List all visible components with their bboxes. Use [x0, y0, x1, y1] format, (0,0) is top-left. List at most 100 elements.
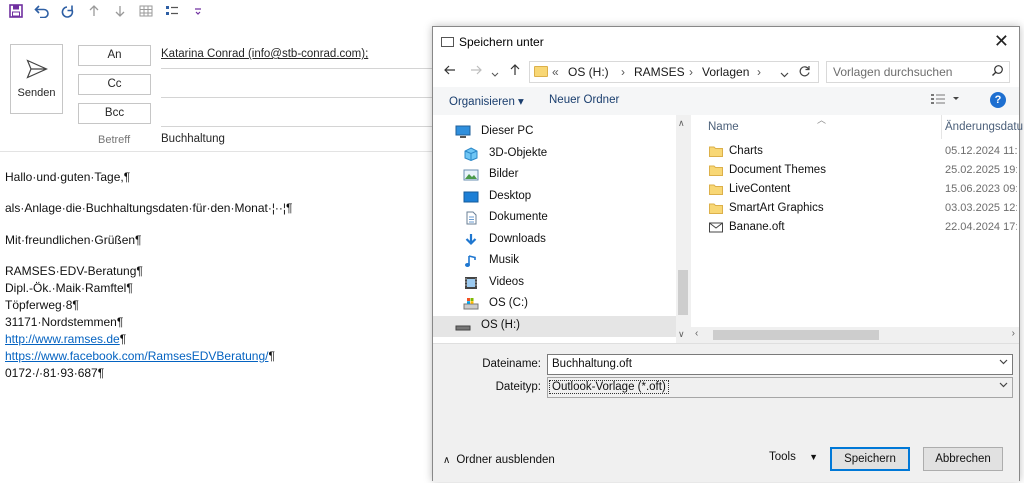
tree-item-os-h[interactable]: OS (H:) — [433, 316, 676, 337]
scroll-thumb[interactable] — [678, 270, 688, 315]
filetype-value: Outlook-Vorlage (*.oft) — [549, 380, 669, 394]
file-row-smartart-graphics[interactable]: SmartArt Graphics 03.03.2025 12:37 — [707, 200, 1017, 219]
column-header-name[interactable]: Name — [708, 121, 739, 133]
navigation-tree: Dieser PC 3D-Objekte Bilder Desktop Doku… — [433, 115, 690, 343]
body-line-company[interactable]: RAMSES·EDV-Beratung¶ — [5, 264, 143, 278]
tree-item-dieser-pc[interactable]: Dieser PC — [453, 122, 675, 143]
bcc-button[interactable]: Bcc — [78, 103, 151, 124]
bcc-field-line — [161, 126, 432, 127]
folder-icon — [709, 146, 723, 157]
view-options-icon[interactable] — [931, 93, 961, 108]
cc-button[interactable]: Cc — [78, 74, 151, 95]
save-icon[interactable] — [3, 1, 29, 21]
column-header-date[interactable]: Änderungsdatu — [945, 121, 1023, 133]
new-folder-button[interactable]: Neuer Ordner — [549, 94, 619, 106]
cancel-button[interactable]: Abbrechen — [923, 447, 1003, 471]
tree-item-label: 3D-Objekte — [489, 147, 548, 159]
file-date: 25.02.2025 19:16 — [945, 164, 1017, 176]
list-icon[interactable] — [159, 1, 185, 21]
send-icon — [25, 59, 48, 79]
scroll-down-icon[interactable]: ∨ — [678, 329, 685, 340]
breadcrumb-separator[interactable]: › — [757, 65, 761, 79]
tree-item-videos[interactable]: Videos — [461, 273, 683, 294]
forward-arrow-icon[interactable] — [469, 63, 483, 80]
tree-item-os-c[interactable]: OS (C:) — [461, 294, 683, 315]
organize-button[interactable]: Organisieren ▾ — [449, 94, 524, 108]
tree-item-desktop[interactable]: Desktop — [461, 187, 683, 208]
help-icon[interactable]: ? — [990, 92, 1006, 108]
file-row-charts[interactable]: Charts 05.12.2024 11:54 — [707, 143, 1017, 162]
body-line-city[interactable]: 31171·Nordstemmen¶ — [5, 315, 123, 329]
folder-icon — [709, 165, 723, 176]
down-arrow-icon[interactable] — [107, 1, 133, 21]
file-row-document-themes[interactable]: Document Themes 25.02.2025 19:16 — [707, 162, 1017, 181]
documents-icon — [463, 211, 479, 225]
up-arrow-icon[interactable] — [81, 1, 107, 21]
body-line-greeting[interactable]: Hallo·und·guten·Tage,¶ — [5, 170, 130, 184]
tree-item-downloads[interactable]: Downloads — [461, 230, 683, 251]
tree-scrollbar[interactable]: ∧ ∨ — [676, 115, 690, 343]
body-line-phone[interactable]: 0172·/·81·93·687¶ — [5, 366, 104, 380]
file-row-livecontent[interactable]: LiveContent 15.06.2023 09:45 — [707, 181, 1017, 200]
close-icon[interactable]: ✕ — [994, 31, 1009, 52]
sort-arrow-icon: ︿ — [817, 115, 827, 125]
breadcrumb-ramses[interactable]: RAMSES — [634, 65, 685, 79]
customize-icon[interactable] — [185, 1, 211, 21]
undo-icon[interactable] — [29, 1, 55, 21]
tree-item-dokumente[interactable]: Dokumente — [461, 208, 683, 229]
body-line-closing[interactable]: Mit·freundlichen·Grüßen¶ — [5, 233, 142, 247]
tree-item-label: Dokumente — [489, 211, 548, 223]
filetype-select[interactable]: Outlook-Vorlage (*.oft) — [547, 377, 1013, 398]
breadcrumb-vorlagen[interactable]: Vorlagen — [702, 65, 749, 79]
cc-field-line — [161, 97, 432, 98]
refresh-icon[interactable] — [798, 65, 811, 81]
table-icon[interactable] — [133, 1, 159, 21]
body-line-attachment[interactable]: als·Anlage·die·Buchhaltungsdaten·für·den… — [5, 201, 293, 215]
scroll-up-icon[interactable]: ∧ — [678, 118, 685, 129]
chevron-down-icon[interactable] — [999, 358, 1008, 369]
drive-c-icon — [463, 297, 479, 311]
address-dropdown-icon[interactable] — [780, 68, 789, 82]
website-link[interactable]: http://www.ramses.de — [5, 332, 120, 346]
facebook-link[interactable]: https://www.facebook.com/RamsesEDVBeratu… — [5, 349, 268, 363]
downloads-icon — [463, 233, 479, 247]
save-button[interactable]: Speichern — [830, 447, 910, 471]
search-input[interactable]: Vorlagen durchsuchen — [826, 61, 1010, 83]
breadcrumb-os-h[interactable]: OS (H:) — [568, 65, 609, 79]
column-separator[interactable] — [941, 115, 942, 139]
chevron-down-icon[interactable] — [999, 381, 1008, 392]
subject-field[interactable]: Buchhaltung — [161, 133, 225, 145]
body-line-street[interactable]: Töpferweg·8¶ — [5, 298, 79, 312]
tree-item-label: Bilder — [489, 168, 519, 180]
to-recipient[interactable]: Katarina Conrad (info@stb-conrad.com); — [161, 48, 368, 60]
scroll-right-icon[interactable]: › — [1012, 328, 1015, 339]
redo-icon[interactable] — [55, 1, 81, 21]
breadcrumb-separator[interactable]: › — [689, 65, 693, 79]
up-folder-arrow-icon[interactable] — [509, 63, 521, 80]
recent-chevron-icon[interactable] — [491, 66, 499, 82]
breadcrumb-overflow[interactable]: « — [552, 65, 559, 79]
back-arrow-icon[interactable] — [443, 63, 457, 80]
tree-item-3d-objekte[interactable]: 3D-Objekte — [461, 144, 683, 165]
body-line-name[interactable]: Dipl.-Ök.·Maik·Ramftel¶ — [5, 281, 133, 295]
address-bar[interactable]: « OS (H:) › RAMSES › Vorlagen › — [529, 61, 819, 83]
file-date: 22.04.2024 17:09 — [945, 221, 1017, 233]
scroll-thumb[interactable] — [713, 330, 879, 340]
folder-icon — [709, 203, 723, 214]
navigation-bar: « OS (H:) › RAMSES › Vorlagen › Vorlagen… — [433, 57, 1019, 87]
breadcrumb-separator[interactable]: › — [621, 65, 625, 79]
tools-menu-button[interactable]: Tools ▼ — [769, 451, 818, 463]
3d-objects-icon — [463, 147, 479, 162]
filename-input[interactable]: Buchhaltung.oft — [547, 354, 1013, 375]
chevron-up-icon: ∧ — [443, 455, 451, 466]
to-button[interactable]: An — [78, 45, 151, 66]
save-options-panel: Dateiname: Buchhaltung.oft Dateityp: Out… — [433, 343, 1019, 482]
scroll-left-icon[interactable]: ‹ — [695, 328, 698, 339]
file-row-banane-oft[interactable]: Banane.oft 22.04.2024 17:09 — [707, 219, 1017, 238]
hide-folders-toggle[interactable]: ∧ Ordner ausblenden — [443, 454, 555, 466]
tree-item-bilder[interactable]: Bilder — [461, 165, 683, 186]
send-button[interactable]: Senden — [10, 44, 63, 114]
pc-icon — [455, 125, 471, 139]
file-list-hscrollbar[interactable]: ‹ › — [691, 327, 1019, 343]
tree-item-musik[interactable]: Musik — [461, 251, 683, 272]
